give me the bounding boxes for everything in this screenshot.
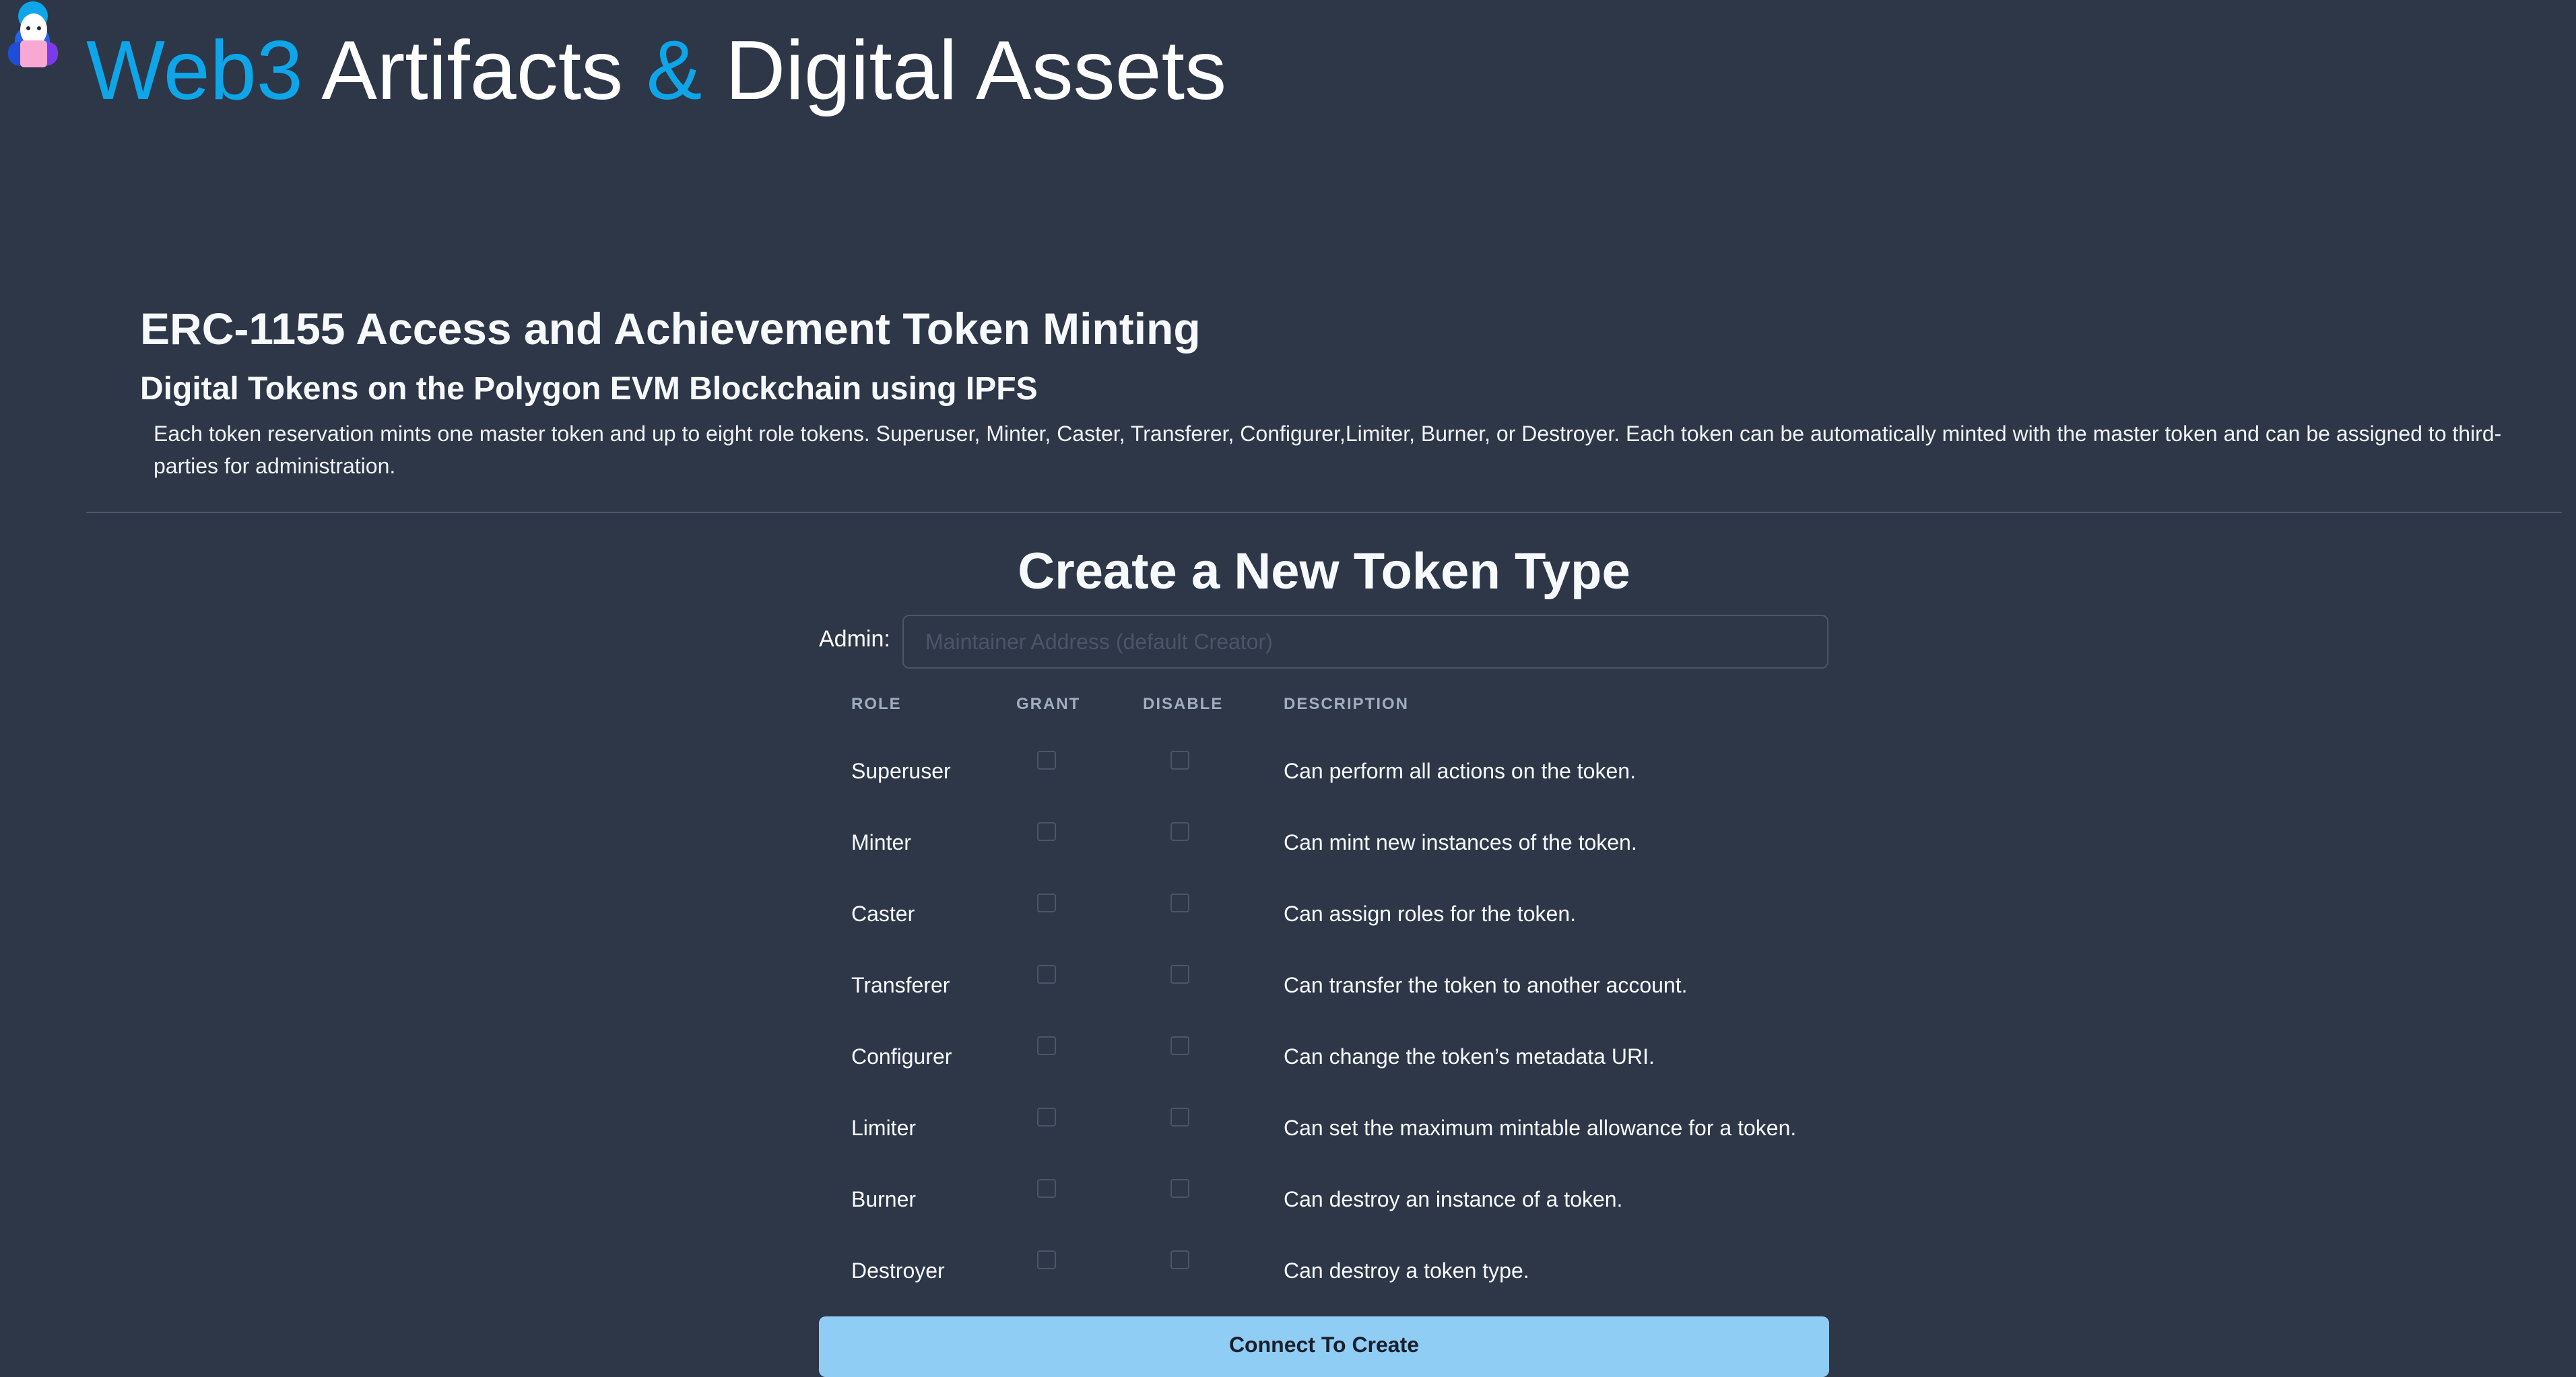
role-description: Can change the token’s metadata URI.: [1284, 1044, 1655, 1069]
grant-checkbox-limiter[interactable]: [1037, 1108, 1056, 1127]
avatar-logo-icon: [7, 1, 59, 67]
disable-checkbox-configurer[interactable]: [1170, 1036, 1189, 1055]
column-header-role: ROLE: [851, 695, 902, 713]
page-title: ERC-1155 Access and Achievement Token Mi…: [140, 304, 1201, 354]
intro-description: Each token reservation mints one master …: [154, 422, 2502, 478]
table-row: Configurer Can change the token’s metada…: [0, 1036, 2576, 1116]
form-title: Create a New Token Type: [1018, 543, 1630, 600]
table-row: Transferer Can transfer the token to ano…: [0, 965, 2576, 1044]
grant-checkbox-superuser[interactable]: [1037, 751, 1056, 770]
role-name: Minter: [851, 830, 911, 854]
admin-label: Admin:: [819, 626, 890, 652]
table-row: Burner Can destroy an instance of a toke…: [0, 1179, 2576, 1258]
disable-checkbox-minter[interactable]: [1170, 822, 1189, 841]
column-header-description: DESCRIPTION: [1284, 695, 1410, 713]
admin-address-input[interactable]: [902, 615, 1828, 669]
role-name: Burner: [851, 1187, 917, 1211]
site-title-digital-assets: Digital Assets: [702, 24, 1227, 117]
role-description: Can destroy a token type.: [1284, 1258, 1529, 1283]
grant-checkbox-burner[interactable]: [1037, 1179, 1056, 1198]
role-description: Can perform all actions on the token.: [1284, 759, 1636, 783]
site-title-web3: Web3: [86, 24, 303, 117]
table-row: Superuser Can perform all actions on the…: [0, 751, 2576, 830]
role-description: Can destroy an instance of a token.: [1284, 1187, 1623, 1211]
grant-checkbox-transferer[interactable]: [1037, 965, 1056, 984]
role-name: Destroyer: [851, 1258, 945, 1283]
role-description: Can assign roles for the token.: [1284, 902, 1577, 926]
site-title-ampersand: &: [646, 24, 702, 117]
disable-checkbox-caster[interactable]: [1170, 894, 1189, 912]
connect-to-create-button[interactable]: Connect To Create: [819, 1316, 1829, 1377]
disable-checkbox-transferer[interactable]: [1170, 965, 1189, 984]
role-description: Can mint new instances of the token.: [1284, 830, 1637, 854]
column-header-disable: DISABLE: [1143, 695, 1224, 713]
grant-checkbox-caster[interactable]: [1037, 894, 1056, 912]
role-name: Caster: [851, 902, 915, 926]
role-description: Can transfer the token to another accoun…: [1284, 973, 1688, 997]
grant-checkbox-minter[interactable]: [1037, 822, 1056, 841]
table-row: Minter Can mint new instances of the tok…: [0, 822, 2576, 902]
site-title-artifacts: Artifacts: [302, 24, 647, 117]
table-row: Caster Can assign roles for the token.: [0, 894, 2576, 973]
column-header-grant: GRANT: [1016, 695, 1081, 713]
divider: [86, 512, 2562, 513]
role-name: Limiter: [851, 1116, 917, 1140]
grant-checkbox-configurer[interactable]: [1037, 1036, 1056, 1055]
disable-checkbox-burner[interactable]: [1170, 1179, 1189, 1198]
page-subtitle: Digital Tokens on the Polygon EVM Blockc…: [140, 371, 1038, 407]
role-description: Can set the maximum mintable allowance f…: [1284, 1116, 1797, 1140]
disable-checkbox-limiter[interactable]: [1170, 1108, 1189, 1127]
site-title: Web3 Artifacts & Digital Assets: [86, 20, 1226, 121]
table-row: Limiter Can set the maximum mintable all…: [0, 1108, 2576, 1187]
grant-checkbox-destroyer[interactable]: [1037, 1250, 1056, 1269]
role-name: Configurer: [851, 1044, 952, 1069]
disable-checkbox-superuser[interactable]: [1170, 751, 1189, 770]
role-name: Superuser: [851, 759, 951, 783]
role-name: Transferer: [851, 973, 950, 997]
disable-checkbox-destroyer[interactable]: [1170, 1250, 1189, 1269]
